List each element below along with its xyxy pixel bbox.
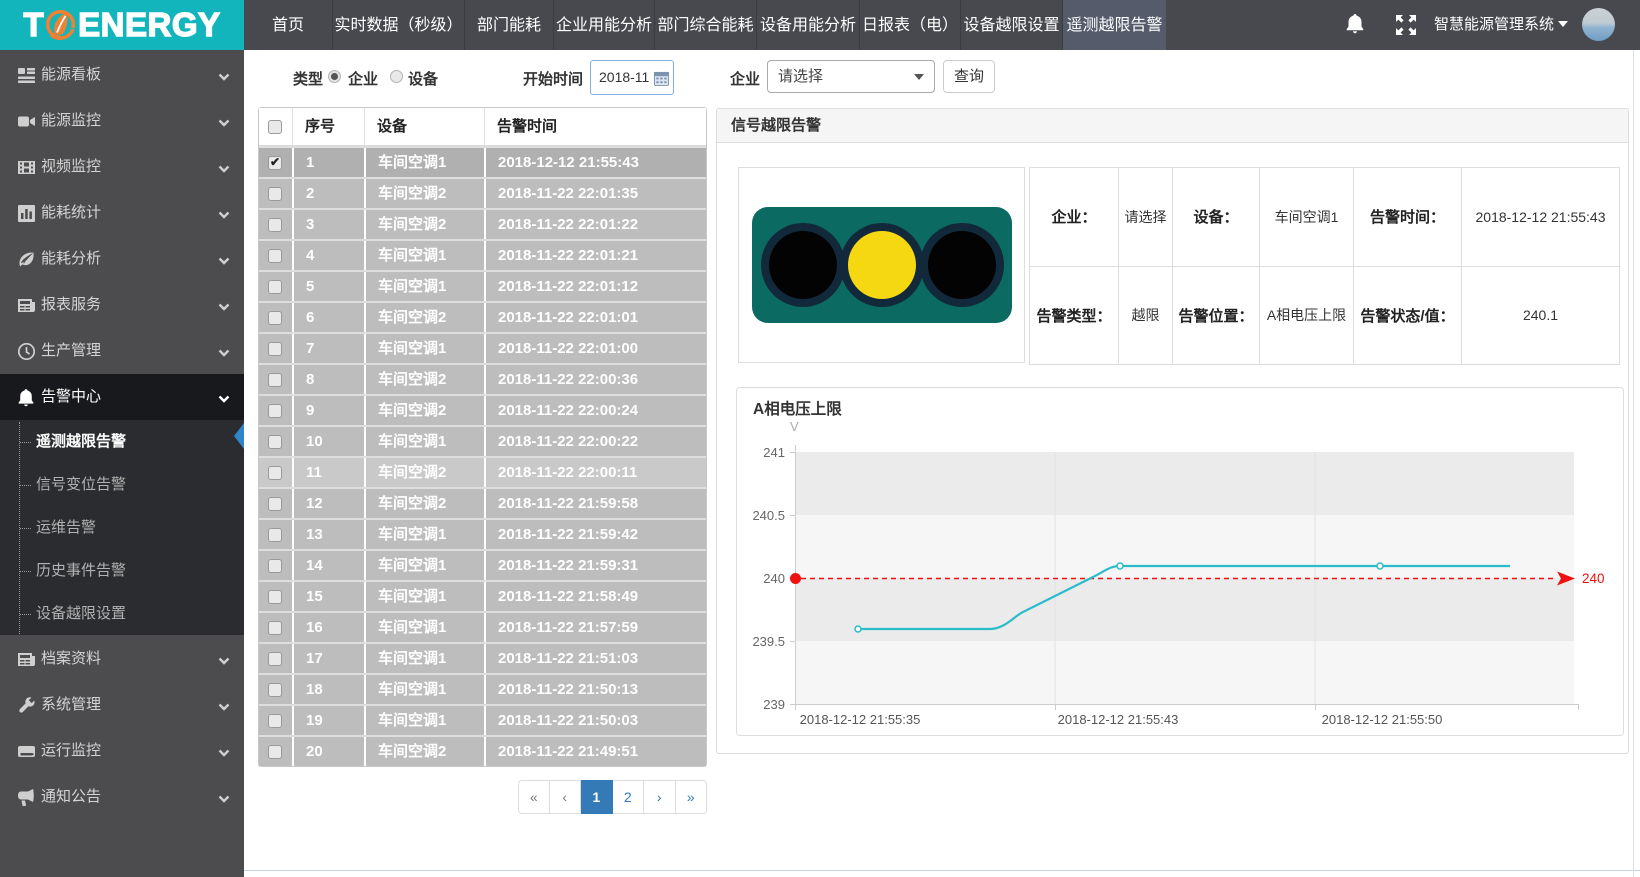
svg-text:240: 240 <box>1582 571 1605 586</box>
svg-text:239: 239 <box>763 697 785 712</box>
svg-text:240.5: 240.5 <box>752 508 785 523</box>
svg-text:2018-12-12 21:55:43: 2018-12-12 21:55:43 <box>1058 712 1179 727</box>
svg-text:2018-12-12 21:55:50: 2018-12-12 21:55:50 <box>1322 712 1443 727</box>
svg-text:239.5: 239.5 <box>752 634 785 649</box>
svg-text:241: 241 <box>763 445 785 460</box>
svg-text:2018-12-12 21:55:35: 2018-12-12 21:55:35 <box>800 712 921 727</box>
svg-text:240: 240 <box>763 571 785 586</box>
svg-text:V: V <box>790 419 799 434</box>
